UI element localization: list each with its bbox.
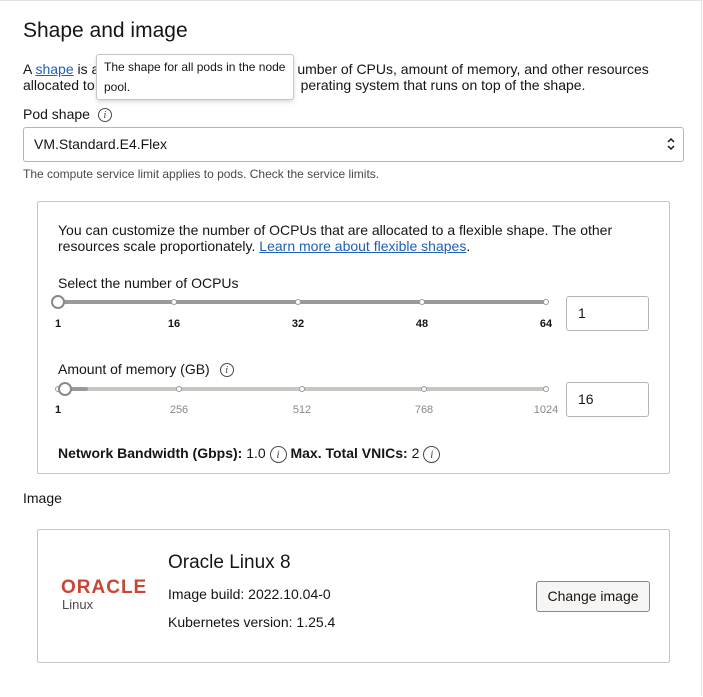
memory-tick-label: 1024: [533, 404, 559, 416]
memory-tick-label: 768: [414, 404, 434, 416]
ocpu-tick: [171, 299, 177, 305]
vnics-label: Max. Total VNICs:: [290, 445, 408, 461]
change-image-button[interactable]: Change image: [536, 581, 650, 612]
info-icon[interactable]: i: [269, 445, 287, 463]
oracle-logo-sub: Linux: [62, 597, 94, 612]
info-icon[interactable]: i: [219, 363, 234, 378]
memory-tick: [176, 386, 182, 392]
memory-tick-label: 256: [169, 404, 189, 416]
section-title: Shape and image: [23, 19, 188, 42]
bandwidth-row: Network Bandwidth (Gbps): 1.0 i Max. Tot…: [58, 445, 441, 463]
memory-tick: [299, 386, 305, 392]
service-limit-hint: The compute service limit applies to pod…: [23, 167, 380, 181]
ocpu-slider-thumb[interactable]: [51, 295, 65, 309]
memory-input[interactable]: 16: [566, 382, 649, 417]
memory-tick: [543, 386, 549, 392]
select-chevron-icon: [667, 137, 675, 151]
memory-slider-thumb[interactable]: [58, 382, 72, 396]
image-section-label: Image: [23, 490, 62, 506]
image-name: Oracle Linux 8: [168, 552, 291, 573]
pod-shape-label: Pod shape: [23, 106, 90, 122]
ocpu-tick-label: 48: [415, 318, 429, 330]
memory-tick: [421, 386, 427, 392]
ocpu-tick: [295, 299, 301, 305]
ocpu-tick-label: 64: [539, 318, 553, 330]
memory-tick-label: 1: [54, 404, 62, 416]
flex-shape-description: You can customize the number of OCPUs th…: [58, 222, 613, 254]
info-icon[interactable]: i: [97, 108, 112, 123]
bandwidth-value: 1.0: [246, 445, 266, 461]
pod-shape-label-row: Pod shape i: [23, 106, 112, 123]
pod-shape-select[interactable]: VM.Standard.E4.Flex: [23, 127, 684, 162]
shape-link[interactable]: shape: [35, 61, 73, 77]
vnics-value: 2: [411, 445, 420, 461]
memory-label: Amount of memory (GB): [58, 361, 210, 377]
ocpu-label: Select the number of OCPUs: [58, 275, 239, 291]
ocpu-tick-label: 16: [167, 318, 181, 330]
ocpu-tick-label: 1: [54, 318, 62, 330]
oracle-logo: ORACLE: [61, 577, 148, 598]
pod-shape-value: VM.Standard.E4.Flex: [34, 136, 168, 152]
image-build: Image build: 2022.10.04-0: [168, 586, 331, 602]
ocpu-input[interactable]: 1: [566, 296, 649, 331]
pod-shape-tooltip: The shape for all pods in the node pool.: [96, 54, 294, 100]
bandwidth-label: Network Bandwidth (Gbps):: [58, 445, 243, 461]
info-icon[interactable]: i: [423, 445, 441, 463]
ocpu-slider-track[interactable]: [58, 300, 546, 304]
ocpu-tick: [419, 299, 425, 305]
memory-label-row: Amount of memory (GB) i: [58, 361, 234, 378]
ocpu-tick: [543, 299, 549, 305]
kubernetes-version: Kubernetes version: 1.25.4: [168, 614, 336, 630]
ocpu-tick-label: 32: [291, 318, 305, 330]
flexible-shapes-link[interactable]: Learn more about flexible shapes: [259, 238, 466, 254]
memory-tick-label: 512: [292, 404, 312, 416]
